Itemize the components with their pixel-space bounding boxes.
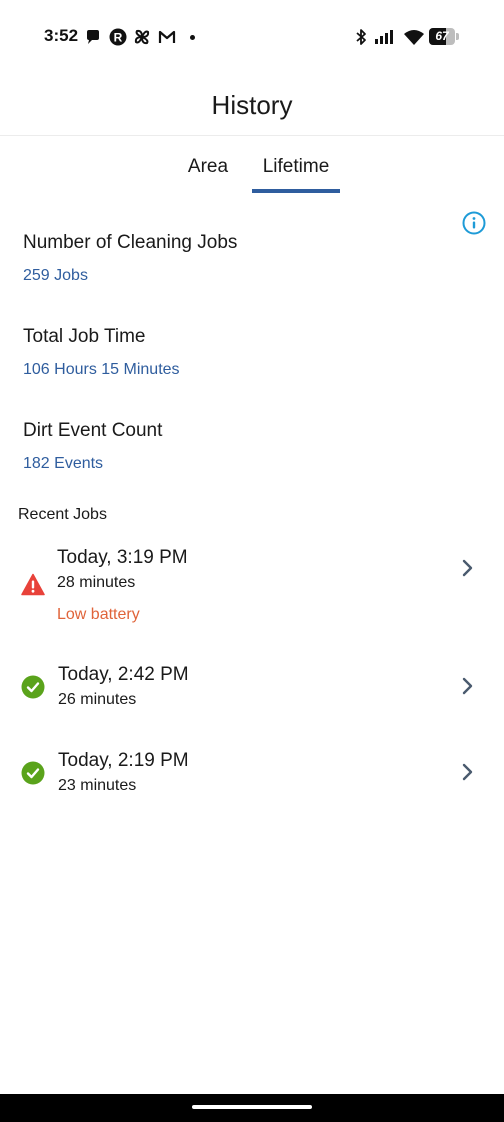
svg-text:R: R	[114, 31, 123, 45]
bluetooth-icon	[356, 29, 366, 45]
battery-icon: 67	[429, 28, 460, 45]
job-row[interactable]: Today, 3:19 PM 28 minutes Low battery	[0, 536, 504, 636]
stat-value-dirt-event-count: 182 Events	[23, 455, 104, 472]
stat-label-dirt-event-count: Dirt Event Count	[23, 420, 163, 441]
status-time: 3:52	[44, 26, 79, 45]
check-circle-icon	[21, 761, 45, 785]
check-circle-icon	[21, 675, 45, 699]
tab-lifetime[interactable]: Lifetime	[252, 156, 340, 178]
stat-label-total-job-time: Total Job Time	[23, 326, 146, 347]
home-indicator[interactable]	[192, 1105, 312, 1109]
pinwheel-notification-icon	[134, 29, 150, 45]
header-divider	[0, 135, 504, 136]
job-row[interactable]: Today, 2:19 PM 23 minutes	[0, 738, 504, 808]
app-screen: 3:52 R 67 History Area Lifetime Number o…	[0, 0, 504, 1122]
chat-notification-icon	[87, 30, 99, 44]
recent-jobs-title: Recent Jobs	[18, 506, 107, 523]
battery-level: 67	[435, 29, 449, 43]
chevron-right-icon	[462, 677, 473, 695]
job-duration: 28 minutes	[57, 574, 136, 591]
job-title: Today, 2:42 PM	[58, 664, 189, 685]
system-navigation-bar	[0, 1094, 504, 1122]
chevron-right-icon	[462, 763, 473, 781]
warning-triangle-icon	[21, 573, 45, 596]
job-title: Today, 2:19 PM	[58, 750, 189, 771]
stat-value-total-job-time: 106 Hours 15 Minutes	[23, 361, 180, 378]
wifi-icon	[404, 30, 424, 45]
info-icon[interactable]	[462, 211, 486, 235]
tab-area[interactable]: Area	[182, 156, 234, 178]
status-bar: 3:52 R 67	[0, 0, 504, 76]
gmail-notification-icon	[158, 30, 176, 43]
job-title: Today, 3:19 PM	[57, 547, 188, 568]
stat-label-cleaning-jobs: Number of Cleaning Jobs	[23, 232, 238, 253]
page-title: History	[211, 90, 293, 120]
r-app-notification-icon: R	[109, 28, 127, 46]
job-warning-text: Low battery	[57, 606, 140, 623]
job-row[interactable]: Today, 2:42 PM 26 minutes	[0, 652, 504, 722]
stat-value-cleaning-jobs: 259 Jobs	[23, 267, 88, 284]
job-duration: 26 minutes	[58, 691, 137, 708]
chevron-right-icon	[462, 559, 473, 577]
more-notifications-dot-icon	[190, 35, 195, 40]
selected-tab-indicator	[252, 189, 340, 193]
job-duration: 23 minutes	[58, 777, 137, 794]
cellular-signal-icon	[375, 30, 393, 44]
